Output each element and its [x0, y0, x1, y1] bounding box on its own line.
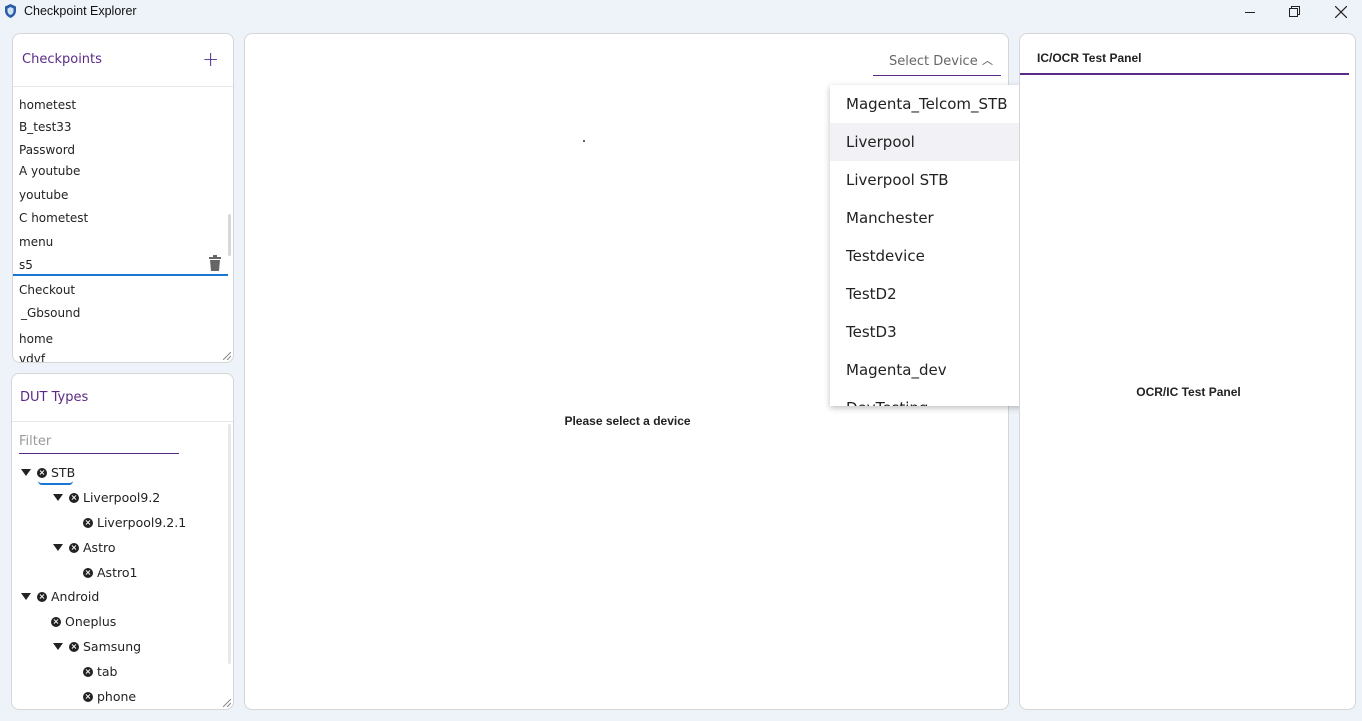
tree-node-samsung[interactable]: × Samsung [53, 639, 141, 654]
device-option[interactable]: Manchester [830, 199, 1026, 237]
remove-icon[interactable]: × [69, 641, 79, 652]
select-device-label: Select Device [889, 54, 978, 69]
ocr-panel-title: IC/OCR Test Panel [1037, 51, 1142, 65]
tree-node-label: STB [51, 465, 76, 480]
caret-down-icon[interactable] [53, 643, 63, 650]
checkpoint-scrollbar[interactable] [228, 214, 231, 256]
title-bar: Checkpoint Explorer [0, 0, 1362, 24]
remove-icon[interactable]: × [83, 517, 93, 528]
tree-node-stb[interactable]: × STB [21, 465, 75, 480]
window-title: Checkpoint Explorer [24, 4, 137, 18]
remove-icon[interactable]: × [83, 567, 93, 578]
dut-scrollbar[interactable] [228, 424, 231, 664]
tree-node-label: tab [97, 664, 118, 679]
select-device-dropdown[interactable]: Select Device ︿ [873, 48, 1001, 76]
remove-icon[interactable]: × [83, 691, 93, 702]
close-button[interactable] [1318, 0, 1362, 24]
tree-node-label: phone [97, 689, 137, 704]
tree-node-label: Android [51, 589, 100, 604]
remove-icon[interactable]: × [83, 666, 93, 677]
ocr-panel-header: IC/OCR Test Panel [1020, 34, 1349, 75]
remove-icon[interactable]: × [37, 467, 47, 478]
checkpoint-item[interactable]: _Gbsound [21, 306, 80, 320]
checkpoint-item[interactable]: C hometest [19, 211, 88, 225]
device-option[interactable]: Magenta_Telcom_STB [830, 85, 1026, 123]
caret-down-icon[interactable] [53, 494, 63, 501]
tree-node-label: Samsung [83, 639, 142, 654]
resize-grip-icon[interactable] [223, 699, 231, 707]
remove-icon[interactable]: × [69, 492, 79, 503]
tree-node-liverpool921[interactable]: × Liverpool9.2.1 [83, 515, 186, 530]
checkpoint-item[interactable]: A youtube [19, 164, 80, 178]
caret-down-icon[interactable] [53, 544, 63, 551]
tree-node-tab[interactable]: × tab [83, 664, 118, 679]
ocr-panel-placeholder: OCR/IC Test Panel [1136, 385, 1241, 399]
tree-node-label: Oneplus [65, 614, 117, 629]
checkpoint-item-label: s5 [19, 258, 33, 272]
tree-node-liverpool92[interactable]: × Liverpool9.2 [53, 490, 160, 505]
chevron-up-icon: ︿ [982, 54, 993, 67]
app-shield-icon [5, 4, 16, 18]
checkpoint-item[interactable]: B_test33 [19, 120, 72, 134]
checkpoints-title: Checkpoints [22, 52, 102, 67]
checkpoints-header: Checkpoints + [13, 34, 233, 87]
tree-node-label: Liverpool9.2 [83, 490, 161, 505]
dut-title: DUT Types [20, 390, 89, 405]
dut-filter-input[interactable]: Filter [19, 432, 179, 454]
restore-button[interactable] [1272, 0, 1318, 24]
checkpoint-item[interactable]: home [19, 332, 53, 346]
no-device-message: Please select a device [564, 414, 691, 428]
tree-node-label: Astro [83, 540, 116, 555]
caret-down-icon[interactable] [21, 469, 31, 476]
device-option[interactable]: Testdevice [830, 237, 1026, 275]
tree-node-android[interactable]: × Android [21, 589, 99, 604]
tree-node-astro[interactable]: × Astro [53, 540, 115, 555]
close-icon [1335, 6, 1347, 18]
checkpoint-item[interactable]: Checkout [19, 283, 75, 297]
tree-node-oneplus[interactable]: × Oneplus [51, 614, 116, 629]
device-option[interactable]: DevTesting [830, 389, 1026, 406]
caret-down-icon[interactable] [21, 593, 31, 600]
checkpoint-item[interactable]: vdvf [19, 352, 45, 362]
checkpoint-item-selected[interactable]: s5 [13, 252, 228, 276]
dut-types-panel: DUT Types Filter × STB × Liverpool9.2 × … [11, 373, 234, 710]
device-option[interactable]: TestD3 [830, 313, 1026, 351]
checkpoints-panel: Checkpoints + hometest B_test33 Password… [12, 33, 234, 363]
checkpoint-item[interactable]: menu [19, 235, 53, 249]
checkpoint-item[interactable]: Password [19, 143, 75, 157]
device-option[interactable]: Liverpool STB [830, 161, 1026, 199]
add-checkpoint-button[interactable]: + [202, 48, 219, 70]
device-option[interactable]: Liverpool [830, 123, 1026, 161]
tree-node-phone[interactable]: × phone [83, 689, 136, 704]
focus-indicator [38, 481, 73, 485]
remove-icon[interactable]: × [51, 616, 61, 627]
minimize-icon [1244, 11, 1255, 13]
cursor-dot [583, 140, 585, 142]
tree-node-astro1[interactable]: × Astro1 [83, 565, 137, 580]
remove-icon[interactable]: × [69, 542, 79, 553]
device-options-list: Magenta_Telcom_STB Liverpool Liverpool S… [830, 85, 1044, 406]
trash-icon[interactable] [208, 255, 222, 271]
tree-node-label: Liverpool9.2.1 [97, 515, 187, 530]
device-option[interactable]: Magenta_dev [830, 351, 1026, 389]
resize-grip-icon[interactable] [223, 352, 231, 360]
restore-icon [1289, 6, 1300, 17]
ocr-test-panel: IC/OCR Test Panel OCR/IC Test Panel [1019, 33, 1356, 710]
dut-header: DUT Types [12, 374, 233, 422]
remove-icon[interactable]: × [37, 591, 47, 602]
minimize-button[interactable] [1227, 0, 1273, 24]
checkpoint-item[interactable]: youtube [19, 188, 68, 202]
device-option[interactable]: TestD2 [830, 275, 1026, 313]
tree-node-label: Astro1 [97, 565, 138, 580]
checkpoint-item[interactable]: hometest [19, 98, 76, 112]
